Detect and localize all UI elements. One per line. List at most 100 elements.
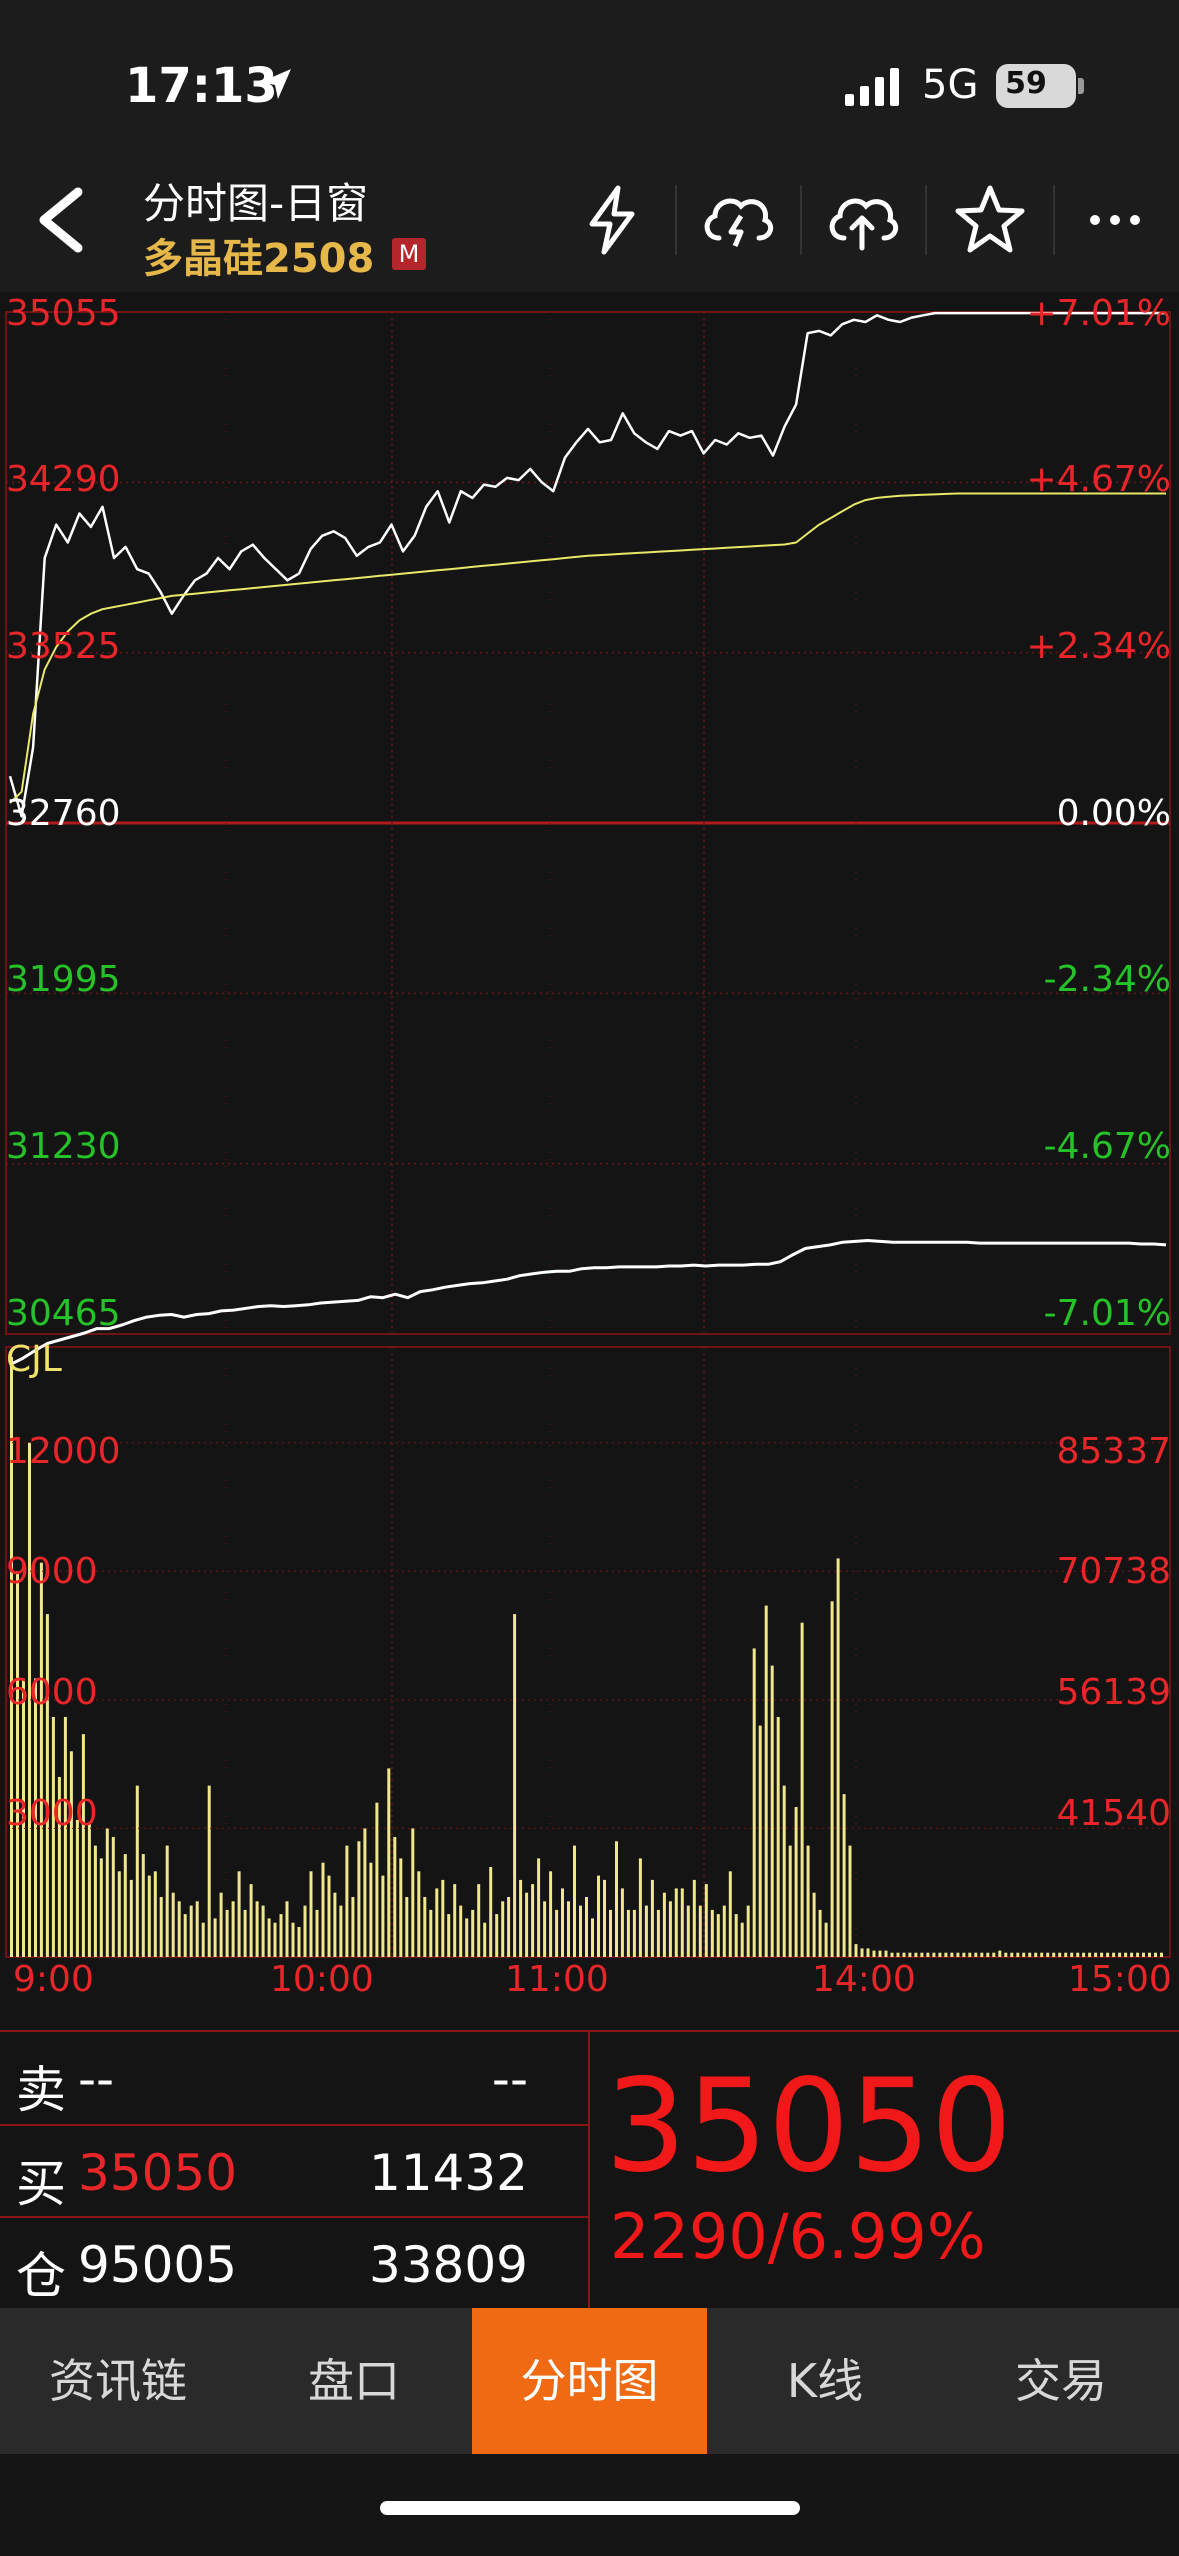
order-book: 卖 -- -- 买 35050 11432 仓 95005 33809 (0, 2032, 590, 2308)
bottom-tab-bar: 资讯链 盘口 分时图 K线 交易 (0, 2308, 1179, 2454)
cloud-upload-icon[interactable] (822, 180, 902, 260)
volume-bar (381, 1875, 385, 1957)
volume-bar (1064, 1952, 1068, 1957)
volume-bar (1094, 1952, 1098, 1957)
volume-label-left: 12000 (6, 1431, 121, 1472)
volume-bar (255, 1901, 259, 1957)
bid-price: 35050 (78, 2144, 238, 2202)
volume-bar (489, 1867, 493, 1957)
volume-bar (99, 1858, 103, 1957)
volume-bar (1112, 1952, 1116, 1957)
volume-bar (519, 1879, 523, 1957)
cloud-lightning-icon[interactable] (697, 180, 777, 260)
tab-kline[interactable]: K线 (707, 2308, 943, 2454)
pct-label-right: +4.67% (1026, 459, 1171, 500)
volume-bar (549, 1871, 553, 1957)
volume-bar (609, 1909, 612, 1957)
volume-bar (16, 1571, 19, 1957)
volume-bar (668, 1901, 672, 1957)
open-interest-label: 仓 (16, 2247, 66, 2305)
volume-bar (141, 1854, 145, 1957)
price-label-left: 32760 (6, 793, 121, 834)
home-area (0, 2454, 1179, 2556)
volume-bar (776, 1717, 780, 1957)
volume-bar (309, 1871, 313, 1957)
volume-bar (75, 1819, 79, 1957)
volume-bar (884, 1950, 888, 1957)
time-label: 15:00 (1068, 1959, 1172, 2000)
volume-bar (465, 1918, 469, 1957)
volume-bar (261, 1905, 265, 1957)
tab-intraday[interactable]: 分时图 (472, 2308, 707, 2454)
pct-label-right: +7.01% (1026, 293, 1171, 334)
volume-bar (1070, 1952, 1074, 1957)
volume-bar (764, 1605, 768, 1957)
contract-name[interactable]: 多晶硅2508 (143, 226, 374, 284)
volume-bar (267, 1918, 271, 1957)
volume-bar (183, 1914, 187, 1957)
volume-bar (974, 1952, 978, 1957)
volume-bar (579, 1905, 582, 1957)
volume-bar (1160, 1952, 1163, 1957)
volume-bar (1058, 1952, 1062, 1957)
volume-bar (297, 1927, 301, 1957)
back-icon[interactable] (20, 180, 100, 260)
volume-bar (632, 1909, 636, 1957)
volume-bar (728, 1871, 732, 1957)
volume-bar (561, 1888, 564, 1957)
volume-bar (1016, 1952, 1020, 1957)
volume-bar (806, 1845, 810, 1957)
oi-label-right: 70738 (1056, 1551, 1171, 1592)
volume-bar (531, 1884, 535, 1957)
volume-bar (483, 1922, 487, 1957)
oi-label-right: 56139 (1056, 1672, 1171, 1713)
volume-bar (1088, 1952, 1092, 1957)
lightning-icon[interactable] (572, 180, 652, 260)
more-icon[interactable] (1075, 180, 1155, 260)
volume-bar (968, 1952, 972, 1957)
location-arrow-icon (261, 69, 291, 99)
star-icon[interactable] (950, 180, 1030, 260)
volume-bar (171, 1892, 175, 1957)
volume-bar (39, 1562, 43, 1957)
volume-bar (117, 1871, 121, 1957)
volume-bar (477, 1884, 481, 1957)
main-contract-badge: M (392, 238, 426, 270)
tab-trade[interactable]: 交易 (943, 2308, 1179, 2454)
volume-bar (1004, 1952, 1008, 1957)
volume-bar (279, 1914, 283, 1957)
volume-bar (411, 1828, 415, 1957)
volume-bar (135, 1785, 139, 1957)
price-label-left: 31995 (6, 959, 121, 1000)
volume-bar (824, 1922, 828, 1957)
quote-panel[interactable]: 卖 -- -- 买 35050 11432 仓 95005 33809 3505… (0, 2030, 1179, 2310)
volume-bar (63, 1717, 67, 1957)
volume-bar (890, 1952, 894, 1957)
volume-bar (459, 1905, 463, 1957)
volume-bar (213, 1918, 217, 1957)
volume-bar (165, 1845, 169, 1957)
volume-bar (920, 1952, 924, 1957)
volume-bar (177, 1901, 181, 1957)
volume-bar (429, 1909, 433, 1957)
volume-panel-frame (5, 1346, 1171, 1958)
tab-news-chain[interactable]: 资讯链 (0, 2308, 236, 2454)
status-bar: 17:13 5G 59 (0, 0, 1179, 150)
volume-bar (758, 1725, 762, 1957)
bid-row: 买 35050 11432 (0, 2124, 588, 2216)
volume-bar (303, 1905, 307, 1957)
time-label: 10:00 (270, 1959, 374, 2000)
oi-label-right: 41540 (1056, 1793, 1171, 1834)
volume-bar (291, 1922, 295, 1957)
volume-bar (818, 1909, 822, 1957)
volume-bar (938, 1952, 942, 1957)
home-indicator[interactable] (380, 2501, 800, 2515)
price-label-left: 34290 (6, 459, 121, 500)
ask-price: -- (78, 2050, 115, 2108)
volume-bar (1106, 1952, 1110, 1957)
chart-canvas (5, 311, 1171, 1958)
intraday-chart[interactable]: 35055 34290 33525 32760 31995 31230 3046… (0, 292, 1179, 2025)
price-label-left: 30465 (6, 1293, 121, 1334)
tab-order-book[interactable]: 盘口 (236, 2308, 472, 2454)
volume-label-left: 9000 (6, 1551, 98, 1592)
